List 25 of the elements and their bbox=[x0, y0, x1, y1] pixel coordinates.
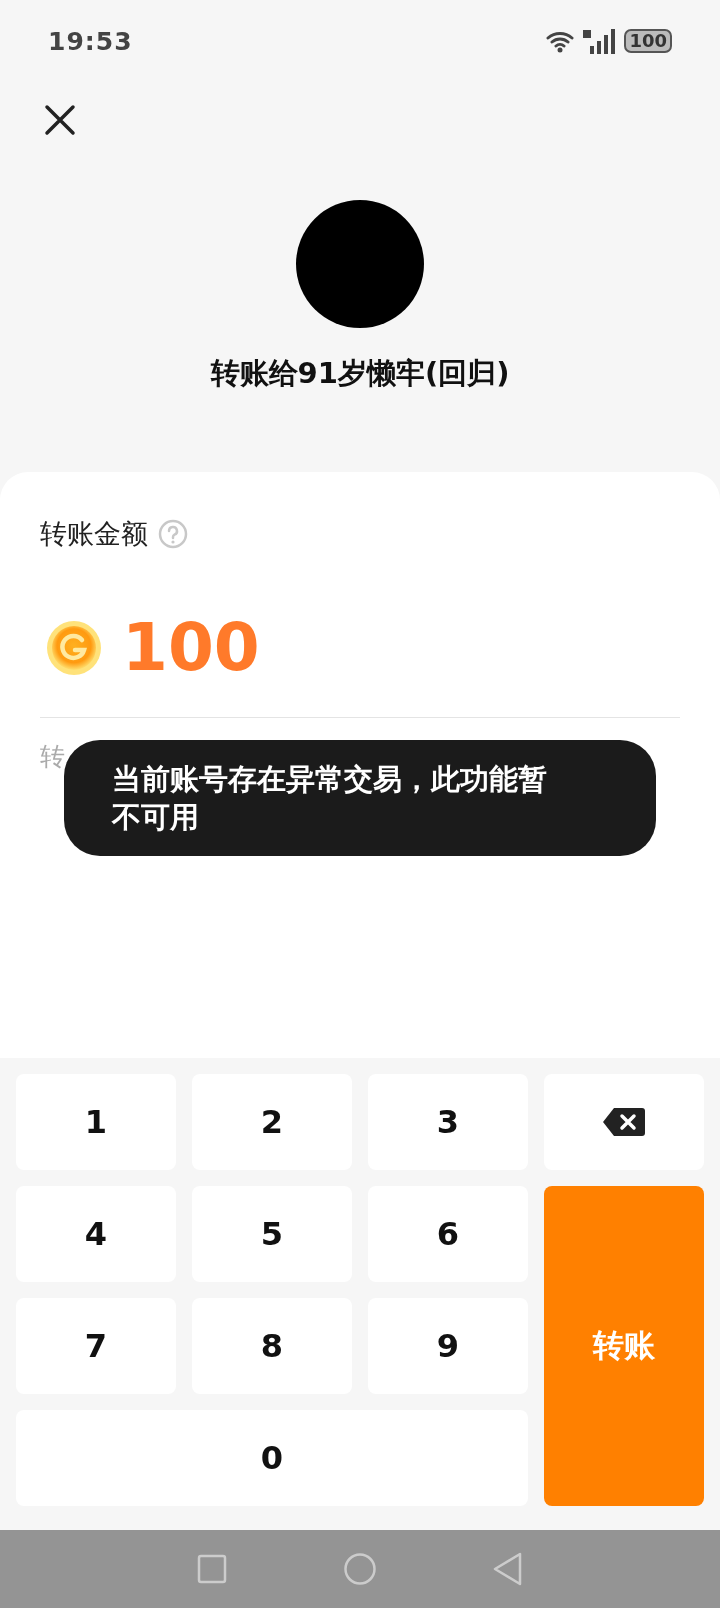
digit-key[interactable]: 9 bbox=[368, 1298, 528, 1394]
square-nav-icon[interactable] bbox=[197, 1554, 227, 1584]
digit-key[interactable]: 3 bbox=[368, 1074, 528, 1170]
digit-key[interactable]: 7 bbox=[16, 1298, 176, 1394]
amount-label: 转账金额 bbox=[40, 517, 148, 551]
digit-key[interactable]: 5 bbox=[192, 1186, 352, 1282]
backspace-key[interactable] bbox=[544, 1074, 704, 1170]
digit-key[interactable]: 4 bbox=[16, 1186, 176, 1282]
home-nav-icon[interactable] bbox=[343, 1552, 377, 1586]
amount-value: 100 bbox=[122, 609, 260, 686]
digit-key[interactable]: 6 bbox=[368, 1186, 528, 1282]
digit-key[interactable]: 2 bbox=[192, 1074, 352, 1170]
recipient-title: 转账给91岁懒牢(回归) bbox=[210, 355, 510, 392]
help-icon[interactable] bbox=[158, 519, 188, 549]
backspace-icon bbox=[602, 1106, 646, 1138]
toast-message: 当前账号存在异常交易，此功能暂不可用 bbox=[112, 761, 548, 836]
digit-key[interactable]: 8 bbox=[192, 1298, 352, 1394]
status-time: 19:53 bbox=[48, 26, 133, 56]
hint-text: 转 bbox=[40, 741, 66, 773]
battery-level: 100 bbox=[624, 29, 672, 53]
back-nav-icon[interactable] bbox=[493, 1552, 523, 1586]
digit-key[interactable]: 1 bbox=[16, 1074, 176, 1170]
coin-icon bbox=[46, 619, 102, 676]
close-icon bbox=[44, 104, 76, 136]
digit-key[interactable]: 0 bbox=[16, 1410, 528, 1506]
